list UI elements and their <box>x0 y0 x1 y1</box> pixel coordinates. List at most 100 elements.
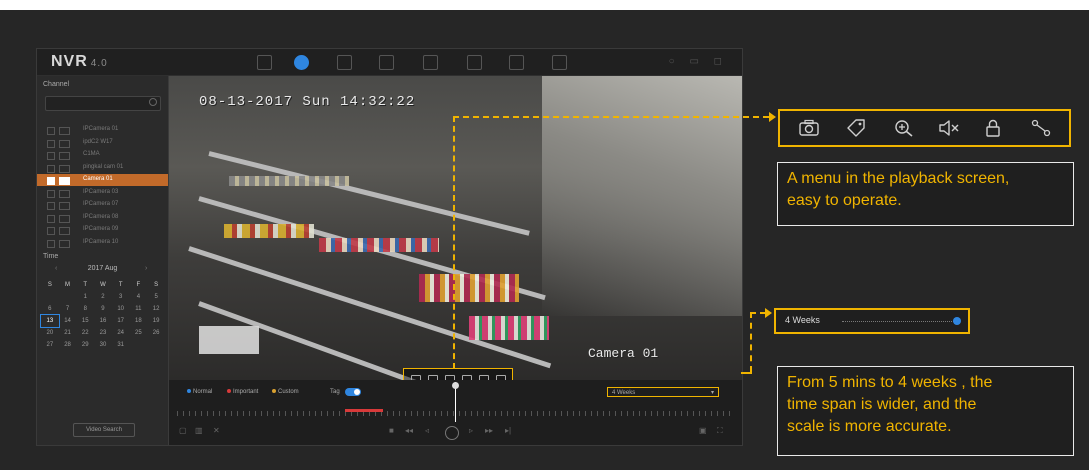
calendar-day[interactable]: 20 <box>41 327 59 339</box>
calendar-day[interactable]: 21 <box>59 327 77 339</box>
window-controls[interactable]: ○ ▭ ◻ <box>669 56 728 67</box>
weekday-header: T <box>83 282 88 288</box>
calendar-day[interactable]: 24 <box>112 327 130 339</box>
legend-important[interactable]: Important <box>227 389 258 395</box>
calendar-day[interactable]: 31 <box>112 339 130 351</box>
checkbox[interactable] <box>47 152 55 160</box>
time-span-select[interactable]: 4 Weeks ▾ <box>607 387 719 397</box>
step-forward-icon[interactable]: ▹ <box>469 426 473 435</box>
calendar-day[interactable]: 8 <box>76 303 94 315</box>
checkbox[interactable] <box>47 239 55 248</box>
files-icon[interactable] <box>337 55 352 70</box>
calendar-day[interactable]: 12 <box>147 303 165 315</box>
calendar-day[interactable]: 11 <box>130 303 148 315</box>
rewind-icon[interactable]: ◂◂ <box>405 426 413 435</box>
calendar-day[interactable]: 1 <box>76 291 94 303</box>
time-title: Time <box>43 253 59 260</box>
checkbox[interactable] <box>47 127 55 135</box>
span-note-line3: scale is more accurate. <box>787 418 952 435</box>
calendar-day[interactable]: 30 <box>94 339 112 351</box>
checkbox[interactable] <box>47 164 55 173</box>
menu-note-line1: A menu in the playback screen, <box>787 170 1010 187</box>
channel-item[interactable]: Camera 01 <box>37 174 168 186</box>
checkbox[interactable] <box>47 214 55 223</box>
play-pause-button[interactable] <box>445 426 459 440</box>
calendar-day[interactable]: 18 <box>130 315 148 327</box>
layout-icon[interactable]: ▣ <box>699 426 707 435</box>
checkbox[interactable] <box>47 139 55 148</box>
maintenance-icon[interactable] <box>552 55 567 70</box>
channel-label: IPCamera 03 <box>83 188 119 195</box>
next-icon[interactable]: ▸| <box>505 426 511 435</box>
channel-item[interactable]: IPCamera 07 <box>37 199 168 211</box>
calendar-day[interactable]: 14 <box>59 315 77 327</box>
checkbox[interactable] <box>47 202 55 210</box>
calendar-day[interactable]: 16 <box>94 315 112 327</box>
calendar-day[interactable]: 25 <box>130 327 148 339</box>
menu-note-line2: easy to operate. <box>787 192 902 209</box>
channel-title: Channel <box>43 81 70 88</box>
checkbox[interactable] <box>47 177 55 185</box>
step-back-icon[interactable]: ◃ <box>425 426 429 435</box>
fast-forward-icon[interactable]: ▸▸ <box>485 426 493 435</box>
channel-item[interactable]: IPCamera 03 <box>37 187 168 199</box>
system-icon[interactable] <box>509 55 524 70</box>
devices-icon[interactable] <box>423 55 438 70</box>
calendar-day[interactable]: 13 <box>40 314 60 328</box>
calendar-day[interactable]: 2 <box>94 291 112 303</box>
channel-item[interactable]: IPCamera 09 <box>37 224 168 236</box>
channel-label: ipdC2 W17 <box>83 138 113 145</box>
channel-item[interactable]: IPCamera 10 <box>37 237 168 249</box>
checkbox[interactable] <box>47 227 55 235</box>
camera-icon <box>59 127 70 135</box>
tag-toggle[interactable] <box>345 388 361 396</box>
playhead[interactable] <box>452 382 459 422</box>
list-icon[interactable] <box>467 55 482 70</box>
channel-item[interactable]: ipdC2 W17 <box>37 137 168 149</box>
channel-label: IPCamera 09 <box>83 226 119 232</box>
cut-icon[interactable]: ✕ <box>213 426 220 435</box>
calendar-day[interactable]: 29 <box>76 339 94 351</box>
live-view-icon[interactable] <box>257 55 272 70</box>
split-icon[interactable]: ▥ <box>195 426 203 435</box>
connector-line-span-top <box>750 312 766 314</box>
channel-item[interactable]: pingkal cam 01 <box>37 162 168 174</box>
calendar-day[interactable]: 28 <box>59 339 77 351</box>
calendar-day[interactable]: 6 <box>41 303 59 315</box>
next-month-icon[interactable]: › <box>145 265 147 272</box>
channel-item[interactable]: IPCamera 01 <box>37 124 168 136</box>
camera-icon <box>59 214 70 223</box>
calendar-day[interactable]: 3 <box>112 291 130 303</box>
search-icon[interactable] <box>379 55 394 70</box>
calendar-day <box>147 339 165 351</box>
video-view[interactable]: 08-13-2017 Sun 14:32:22 Camera 01 <box>169 76 742 380</box>
calendar-day[interactable]: 4 <box>130 291 148 303</box>
calendar-day[interactable]: 7 <box>59 303 77 315</box>
calendar-day[interactable]: 17 <box>112 315 130 327</box>
lock-icon <box>986 119 1000 137</box>
channel-item[interactable]: IPCamera 08 <box>37 212 168 224</box>
calendar-day[interactable]: 26 <box>147 327 165 339</box>
legend-normal[interactable]: Normal <box>187 389 212 395</box>
calendar-day[interactable]: 9 <box>94 303 112 315</box>
legend-custom[interactable]: Custom <box>272 389 299 395</box>
channel-search-input[interactable] <box>45 96 161 111</box>
connector-line-span <box>741 372 752 374</box>
calendar-day[interactable]: 10 <box>112 303 130 315</box>
checkbox[interactable] <box>47 189 55 198</box>
calendar-day[interactable]: 23 <box>94 327 112 339</box>
playback-menu[interactable] <box>403 368 513 380</box>
stop-icon[interactable]: ■ <box>389 426 394 435</box>
playback-icon[interactable] <box>294 55 309 70</box>
camera-icon <box>59 202 70 210</box>
calendar-day[interactable]: 15 <box>76 315 94 327</box>
calendar-day[interactable]: 22 <box>76 327 94 339</box>
calendar-day[interactable]: 19 <box>147 315 165 327</box>
calendar-day[interactable]: 5 <box>147 291 165 303</box>
video-search-button[interactable]: Video Search <box>73 423 135 437</box>
channel-item[interactable]: C1MA <box>37 149 168 161</box>
calendar-day[interactable]: 27 <box>41 339 59 351</box>
connector-line-span-vertical <box>750 312 752 372</box>
fullscreen-icon[interactable]: ⛶ <box>717 426 723 436</box>
clip-icon[interactable]: ▢ <box>179 426 187 435</box>
